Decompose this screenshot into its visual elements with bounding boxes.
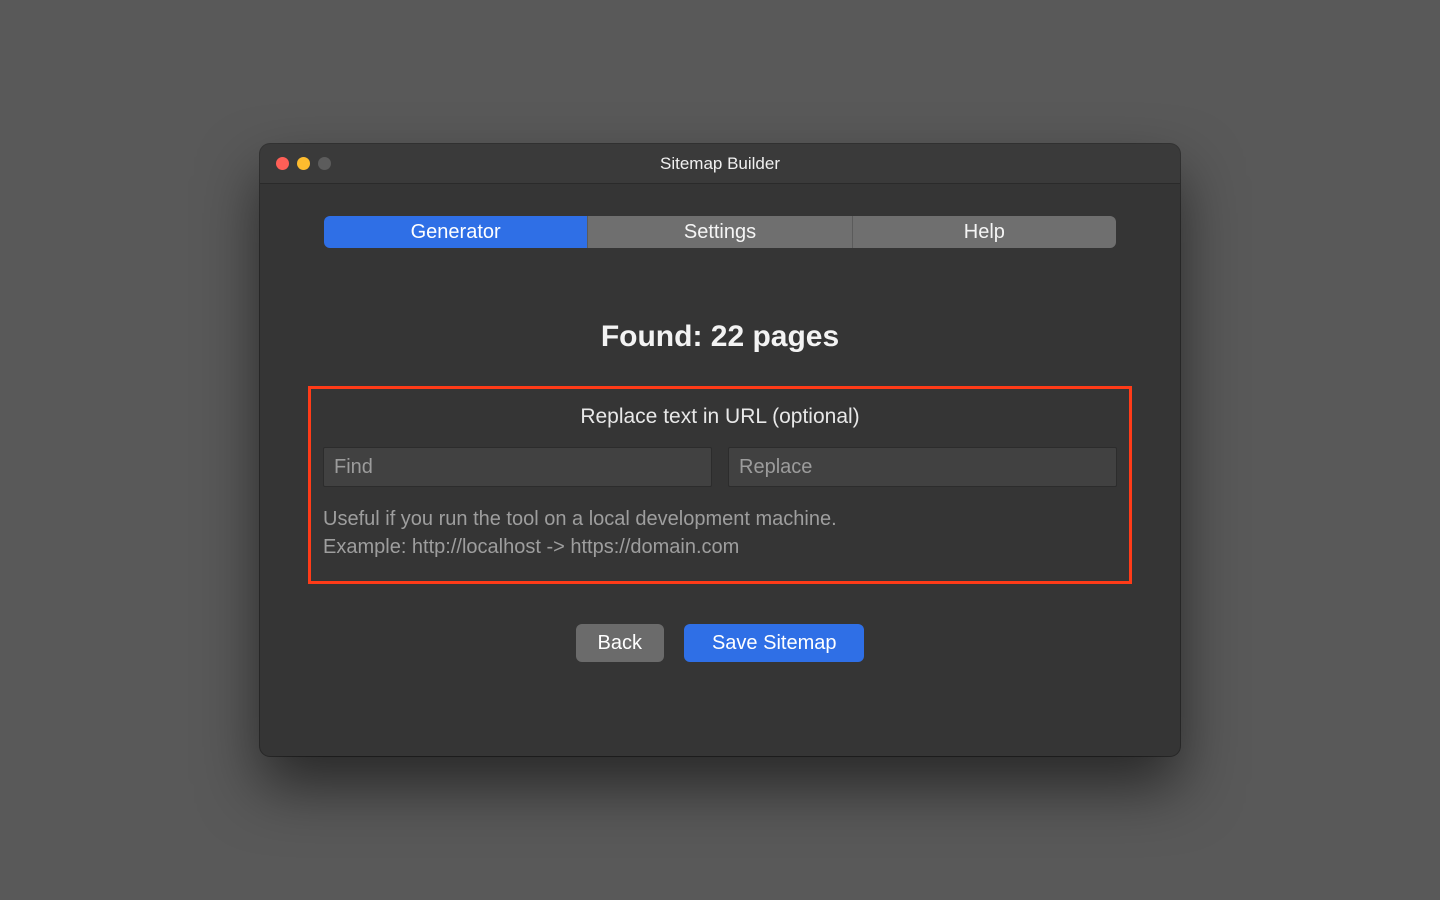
tab-help[interactable]: Help bbox=[853, 216, 1116, 248]
window-title: Sitemap Builder bbox=[260, 154, 1180, 174]
maximize-icon bbox=[318, 157, 331, 170]
app-window: Sitemap Builder Generator Settings Help … bbox=[260, 144, 1180, 756]
close-icon[interactable] bbox=[276, 157, 289, 170]
titlebar: Sitemap Builder bbox=[260, 144, 1180, 184]
back-button[interactable]: Back bbox=[576, 624, 664, 662]
tab-bar: Generator Settings Help bbox=[324, 216, 1116, 248]
save-sitemap-button[interactable]: Save Sitemap bbox=[684, 624, 865, 662]
replace-url-section: Replace text in URL (optional) Useful if… bbox=[308, 386, 1132, 584]
replace-input[interactable] bbox=[728, 447, 1117, 487]
replace-section-heading: Replace text in URL (optional) bbox=[580, 405, 859, 429]
replace-help-text: Useful if you run the tool on a local de… bbox=[323, 505, 1117, 561]
tab-generator[interactable]: Generator bbox=[324, 216, 588, 248]
minimize-icon[interactable] bbox=[297, 157, 310, 170]
tab-settings[interactable]: Settings bbox=[588, 216, 852, 248]
window-content: Generator Settings Help Found: 22 pages … bbox=[260, 184, 1180, 756]
action-buttons: Back Save Sitemap bbox=[576, 624, 865, 662]
find-input[interactable] bbox=[323, 447, 712, 487]
found-pages-label: Found: 22 pages bbox=[601, 320, 839, 354]
help-line-2: Example: http://localhost -> https://dom… bbox=[323, 533, 1117, 561]
help-line-1: Useful if you run the tool on a local de… bbox=[323, 505, 1117, 533]
traffic-lights bbox=[276, 157, 331, 170]
replace-inputs-row bbox=[323, 447, 1117, 487]
